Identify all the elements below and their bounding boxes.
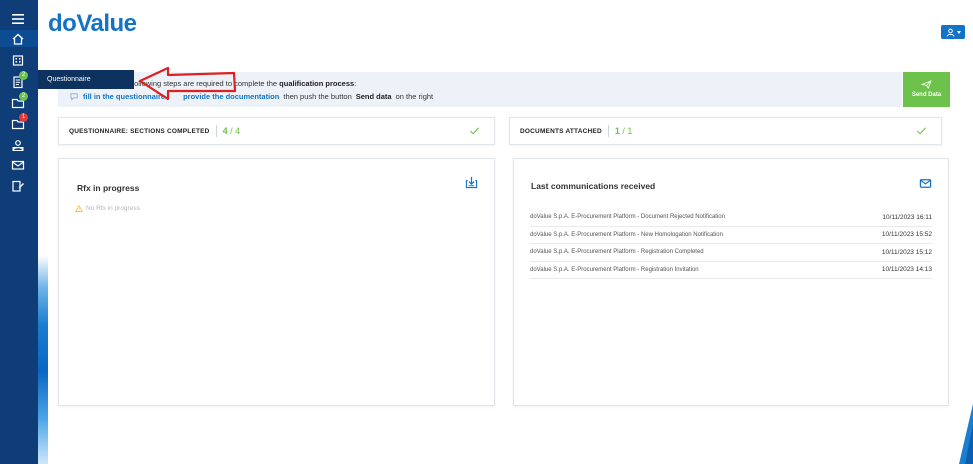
user-icon: [946, 28, 954, 37]
communication-row[interactable]: doValue S.p.A. E-Procurement Platform - …: [530, 262, 932, 279]
send-data-button[interactable]: Send Data: [903, 72, 950, 107]
check-icon: [469, 127, 480, 135]
rfx-empty-message: No Rfx in progress: [75, 205, 140, 212]
home-icon[interactable]: [10, 32, 26, 46]
communication-subject: doValue S.p.A. E-Procurement Platform - …: [530, 266, 699, 273]
building-icon[interactable]: [10, 53, 26, 67]
user-menu-button[interactable]: [941, 25, 965, 39]
warning-icon: [75, 205, 83, 212]
communication-row[interactable]: doValue S.p.A. E-Procurement Platform - …: [530, 227, 932, 244]
communications-panel: Last communications received doValue S.p…: [513, 158, 949, 406]
communications-list: doValue S.p.A. E-Procurement Platform - …: [530, 209, 932, 279]
communication-subject: doValue S.p.A. E-Procurement Platform - …: [530, 231, 723, 238]
folder-alert-badge: 1: [19, 113, 28, 122]
annotation-arrow: [138, 66, 237, 101]
summary-divider: [215, 125, 217, 137]
folder-badge: 2: [19, 92, 28, 101]
paper-plane-icon: [921, 80, 932, 89]
logo[interactable]: doValue: [48, 10, 137, 38]
questionnaire-summary-card[interactable]: QUESTIONNAIRE: SECTIONS COMPLETED 4 / 4: [58, 117, 495, 145]
documents-summary-card[interactable]: DOCUMENTS ATTACHED 1 / 1: [509, 117, 942, 145]
chat-icon: [70, 93, 78, 101]
check-icon: [916, 127, 927, 135]
mail-icon[interactable]: [10, 158, 26, 172]
communication-date: 10/11/2023 14:13: [881, 266, 932, 274]
chevron-down-icon: [956, 30, 961, 34]
menu-icon[interactable]: [10, 12, 26, 26]
rfx-panel: Rfx in progress No Rfx in progress: [58, 158, 495, 406]
communication-row[interactable]: doValue S.p.A. E-Procurement Platform - …: [530, 244, 932, 262]
questionnaire-tooltip: Questionnaire: [38, 70, 134, 89]
download-icon[interactable]: [465, 176, 478, 189]
rfx-panel-title: Rfx in progress: [77, 183, 140, 193]
sidebar-item-folder-alert[interactable]: 1: [10, 113, 28, 131]
sidebar-item-questionnaire[interactable]: 2: [10, 71, 28, 89]
sidebar: 2 2 1: [0, 0, 38, 464]
communication-subject: doValue S.p.A. E-Procurement Platform - …: [530, 214, 725, 220]
users-icon[interactable]: [10, 138, 26, 152]
communication-date: 10/11/2023 15:12: [881, 248, 932, 256]
summary-divider: [607, 125, 609, 137]
sidebar-item-folder[interactable]: 2: [10, 92, 28, 110]
corner-decoration: [959, 404, 973, 464]
questionnaire-badge: 2: [19, 71, 28, 80]
documents-summary-label: DOCUMENTS ATTACHED: [520, 127, 602, 135]
communication-subject: doValue S.p.A. E-Procurement Platform - …: [530, 249, 704, 255]
questionnaire-progress: 4 / 4: [222, 126, 241, 136]
info-text-line2: fill in the questionnaire provide the do…: [70, 92, 433, 101]
questionnaire-summary-label: QUESTIONNAIRE: SECTIONS COMPLETED: [69, 127, 210, 135]
communications-panel-title: Last communications received: [531, 181, 656, 191]
communication-date: 10/11/2023 15:52: [881, 231, 932, 239]
envelope-icon[interactable]: [919, 177, 932, 190]
documents-progress: 1 / 1: [614, 126, 633, 136]
communication-row[interactable]: doValue S.p.A. E-Procurement Platform - …: [530, 209, 932, 227]
communication-date: 10/11/2023 16:11: [882, 213, 932, 221]
edit-document-icon[interactable]: [10, 179, 26, 193]
